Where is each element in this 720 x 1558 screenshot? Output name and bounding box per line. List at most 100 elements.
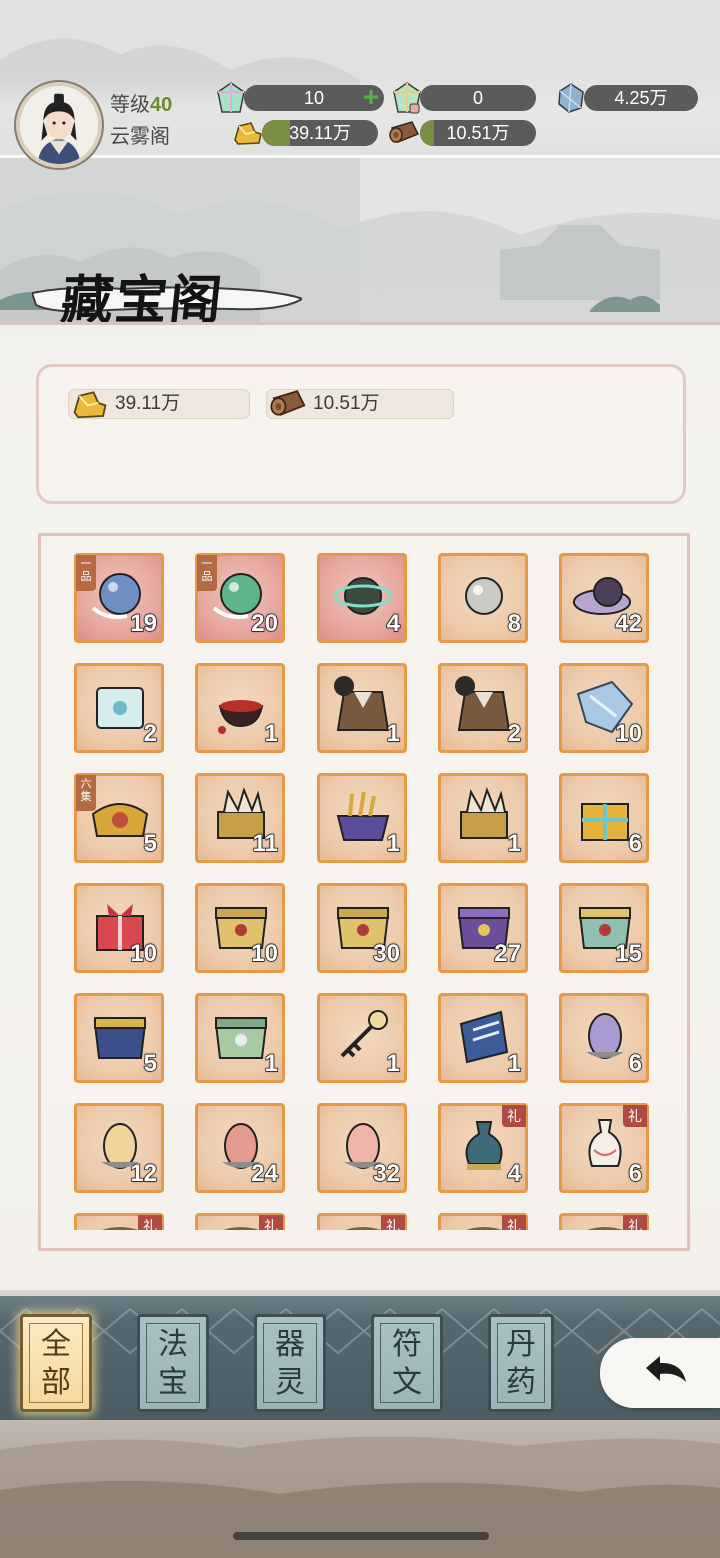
item-count: 5 <box>143 829 158 857</box>
inventory-slot[interactable]: 1 <box>317 773 407 863</box>
tab-artifact-spirit-label-top: 器 <box>275 1327 305 1362</box>
item-count: 32 <box>373 1159 401 1187</box>
tab-rune[interactable]: 符 文 <box>371 1314 443 1412</box>
tab-artifact-spirit-label-bottom: 灵 <box>275 1365 305 1400</box>
inventory-slot[interactable]: 1 <box>317 663 407 753</box>
level-label: 等级 <box>110 94 150 116</box>
inventory-slot[interactable]: 礼 <box>559 1213 649 1230</box>
inventory-grid[interactable]: 一品 19 一品 20 4 8 42 2 1 1 2 10 六集 5 11 1 1 6 10 10 30 27 15 5 1 1 1… <box>40 536 688 1230</box>
inventory-slot[interactable]: 1 <box>438 773 528 863</box>
inventory-slot[interactable]: 32 <box>317 1103 407 1193</box>
item-count: 6 <box>628 1159 643 1187</box>
inventory-slot[interactable]: 4 <box>317 553 407 643</box>
item-count: 24 <box>251 1159 279 1187</box>
quality-tag: 六集 <box>76 775 96 811</box>
tab-treasure[interactable]: 法 宝 <box>137 1314 209 1412</box>
inventory-slot[interactable]: 礼 <box>195 1213 285 1230</box>
bound-crystal-bar: 0 <box>420 85 536 111</box>
spirit-stone-icon <box>558 83 584 113</box>
tab-treasure-label-bottom: 宝 <box>158 1365 188 1400</box>
inventory-slot[interactable]: 1 <box>195 993 285 1083</box>
quality-tag: 一品 <box>76 555 96 591</box>
quality-tag: 一品 <box>197 555 217 591</box>
inventory-slot[interactable]: 6 <box>559 773 649 863</box>
item-count: 10 <box>251 939 279 967</box>
tab-all-label-bottom: 部 <box>41 1365 71 1400</box>
gift-badge: 礼 <box>381 1215 405 1230</box>
item-count: 15 <box>615 939 643 967</box>
tab-treasure-label-top: 法 <box>158 1327 188 1362</box>
inventory-slot[interactable]: 6 <box>559 993 649 1083</box>
inventory-slot[interactable]: 27 <box>438 883 528 973</box>
tab-all[interactable]: 全 部 <box>20 1314 92 1412</box>
inventory-slot[interactable]: 24 <box>195 1103 285 1193</box>
tab-pill[interactable]: 丹 药 <box>488 1314 554 1412</box>
item-count: 10 <box>130 939 158 967</box>
inventory-slot[interactable]: 1 <box>438 993 528 1083</box>
inventory-slot[interactable]: 12 <box>74 1103 164 1193</box>
tab-rune-label-top: 符 <box>392 1327 422 1362</box>
gold-bar: 39.11万 <box>262 120 378 146</box>
inventory-slot[interactable]: 礼 <box>317 1213 407 1230</box>
level-value: 40 <box>150 94 173 116</box>
player-avatar[interactable] <box>16 82 102 168</box>
item-count: 20 <box>251 609 279 637</box>
gift-badge: 礼 <box>138 1215 162 1230</box>
inventory-slot[interactable]: 一品 20 <box>195 553 285 643</box>
wood-log-icon <box>389 121 420 143</box>
inventory-slot[interactable]: 42 <box>559 553 649 643</box>
gold-value: 39.11万 <box>289 123 351 143</box>
inventory-slot[interactable]: 2 <box>438 663 528 753</box>
inventory-slot[interactable]: 11 <box>195 773 285 863</box>
inventory-slot[interactable]: 礼6 <box>559 1103 649 1193</box>
inventory-slot[interactable]: 2 <box>74 663 164 753</box>
inventory-slot[interactable]: 六集 5 <box>74 773 164 863</box>
wood-log-icon <box>270 390 306 416</box>
inventory-slot[interactable]: 10 <box>195 883 285 973</box>
item-count: 1 <box>507 1049 522 1077</box>
add-crystal-button[interactable]: + <box>360 83 382 111</box>
item-count: 1 <box>264 719 279 747</box>
inventory-slot[interactable]: 15 <box>559 883 649 973</box>
item-count: 1 <box>386 829 401 857</box>
item-count: 1 <box>507 829 522 857</box>
tab-pill-label-top: 丹 <box>506 1327 536 1362</box>
inventory-slot[interactable]: 10 <box>74 883 164 973</box>
inventory-slot[interactable]: 5 <box>74 993 164 1083</box>
item-count: 4 <box>386 609 401 637</box>
item-count: 19 <box>130 609 158 637</box>
inventory-slot[interactable]: 1 <box>317 993 407 1083</box>
gold-bar-fill <box>262 120 290 146</box>
item-count: 2 <box>143 719 158 747</box>
item-count: 1 <box>386 719 401 747</box>
home-indicator[interactable] <box>233 1532 489 1540</box>
inventory-slot[interactable]: 8 <box>438 553 528 643</box>
inventory-slot[interactable]: 30 <box>317 883 407 973</box>
item-count: 10 <box>615 719 643 747</box>
back-button[interactable] <box>600 1338 720 1408</box>
inventory-slot[interactable]: 10 <box>559 663 649 753</box>
tab-artifact-spirit[interactable]: 器 灵 <box>254 1314 326 1412</box>
inventory-slot[interactable]: 一品 19 <box>74 553 164 643</box>
item-count: 8 <box>507 609 522 637</box>
inventory-slot[interactable]: 礼 <box>438 1213 528 1230</box>
item-count: 5 <box>143 1049 158 1077</box>
item-count: 1 <box>264 1049 279 1077</box>
gift-badge: 礼 <box>623 1215 647 1230</box>
tab-pill-label-bottom: 药 <box>506 1365 536 1400</box>
back-arrow-icon <box>646 1356 686 1382</box>
item-count: 6 <box>628 1049 643 1077</box>
tab-all-label-top: 全 <box>41 1327 71 1362</box>
cultivator-portrait-icon <box>20 86 98 164</box>
wallet-gold: 39.11万 <box>68 389 250 419</box>
inventory-slot[interactable]: 1 <box>195 663 285 753</box>
bound-crystal-icon <box>393 82 421 114</box>
item-count: 27 <box>494 939 522 967</box>
item-count: 42 <box>615 609 643 637</box>
inventory-slot[interactable]: 礼4 <box>438 1103 528 1193</box>
inventory-slot[interactable]: 礼 <box>74 1213 164 1230</box>
gift-badge: 礼 <box>502 1215 526 1230</box>
gold-ingot-icon <box>234 122 262 145</box>
item-count: 11 <box>252 829 279 857</box>
item-count: 1 <box>386 1049 401 1077</box>
